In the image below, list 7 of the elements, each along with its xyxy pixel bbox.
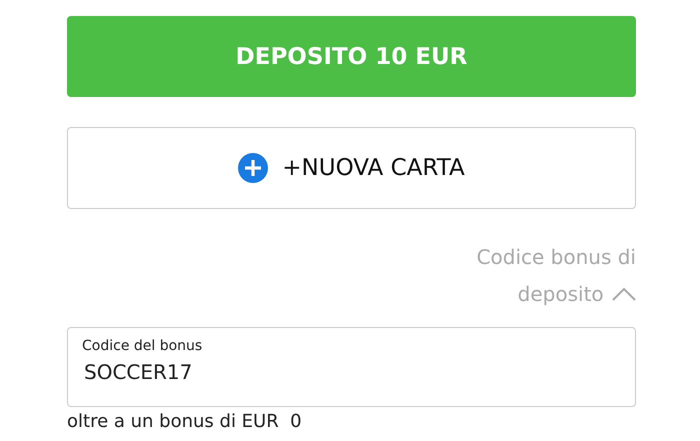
- bonus-amount-text: oltre a un bonus di EUR 0: [67, 411, 303, 432]
- field-label: Codice del bonus: [82, 338, 204, 354]
- bonus-code-input[interactable]: SOCCER17: [82, 354, 621, 390]
- bonus-code-field[interactable]: Codice del bonus SOCCER17: [67, 327, 636, 407]
- plus-icon: [238, 153, 268, 183]
- chevron-up-icon: [612, 287, 636, 301]
- new-card-button[interactable]: +NUOVA CARTA: [67, 127, 636, 209]
